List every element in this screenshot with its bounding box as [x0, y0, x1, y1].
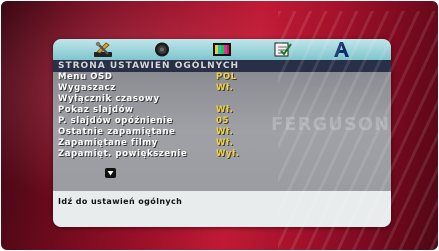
- settings-row-label: Wygaszacz: [58, 83, 116, 93]
- speaker-icon[interactable]: [151, 41, 173, 58]
- settings-row-sleep-timer[interactable]: Wyłącznik czasowy: [53, 94, 391, 105]
- settings-row-value: Wył.: [216, 149, 240, 159]
- settings-row-label: Zapamięt. powiększenie: [58, 149, 188, 159]
- settings-row-value: Wł.: [216, 105, 234, 115]
- text-a-icon[interactable]: [330, 41, 352, 58]
- settings-row-value: Wł.: [216, 83, 234, 93]
- settings-row-label: Ostatnie zapamiętane: [58, 127, 176, 137]
- settings-row-value: Wł.: [216, 138, 234, 148]
- settings-row-label: Wyłącznik czasowy: [58, 94, 160, 104]
- settings-row-value: POL: [216, 72, 237, 82]
- settings-list: FERGUSON Menu OSD POL Wygaszacz Wł. Wyłą…: [53, 72, 391, 191]
- help-text: Idź do ustawień ogólnych: [53, 191, 391, 227]
- settings-row-menu-osd[interactable]: Menu OSD POL: [53, 72, 391, 83]
- settings-menu-panel: STRONA USTAWIEŃ OGÓLNYCH FERGUSON Menu O…: [53, 39, 391, 227]
- tools-icon[interactable]: [92, 41, 114, 58]
- settings-row-value: 05: [216, 116, 230, 126]
- settings-row-label: Pokaz slajdów: [58, 105, 134, 115]
- color-bars-icon[interactable]: [211, 41, 233, 58]
- brand-watermark: FERGUSON: [271, 114, 391, 135]
- menu-tab-bar: [53, 39, 391, 60]
- settings-row-screensaver[interactable]: Wygaszacz Wł.: [53, 83, 391, 94]
- settings-row-movie-memory[interactable]: Zapamiętane filmy Wł.: [53, 138, 391, 149]
- settings-row-slideshow[interactable]: Pokaz slajdów Wł.: [53, 105, 391, 116]
- settings-row-zoom-memory[interactable]: Zapamięt. powiększenie Wył.: [53, 149, 391, 160]
- settings-row-value: Wł.: [216, 127, 234, 137]
- tv-screen-background: STRONA USTAWIEŃ OGÓLNYCH FERGUSON Menu O…: [1, 1, 438, 250]
- checklist-icon[interactable]: [271, 41, 293, 58]
- settings-row-slideshow-delay[interactable]: P. slajdów opóźnienie 05: [53, 116, 391, 127]
- page-title: STRONA USTAWIEŃ OGÓLNYCH: [53, 60, 391, 72]
- settings-row-label: Menu OSD: [58, 72, 113, 82]
- settings-row-label: P. slajdów opóźnienie: [58, 116, 173, 126]
- arrow-down-icon[interactable]: [105, 163, 116, 178]
- settings-row-last-memory[interactable]: Ostatnie zapamiętane Wł.: [53, 127, 391, 138]
- settings-row-label: Zapamiętane filmy: [58, 138, 158, 148]
